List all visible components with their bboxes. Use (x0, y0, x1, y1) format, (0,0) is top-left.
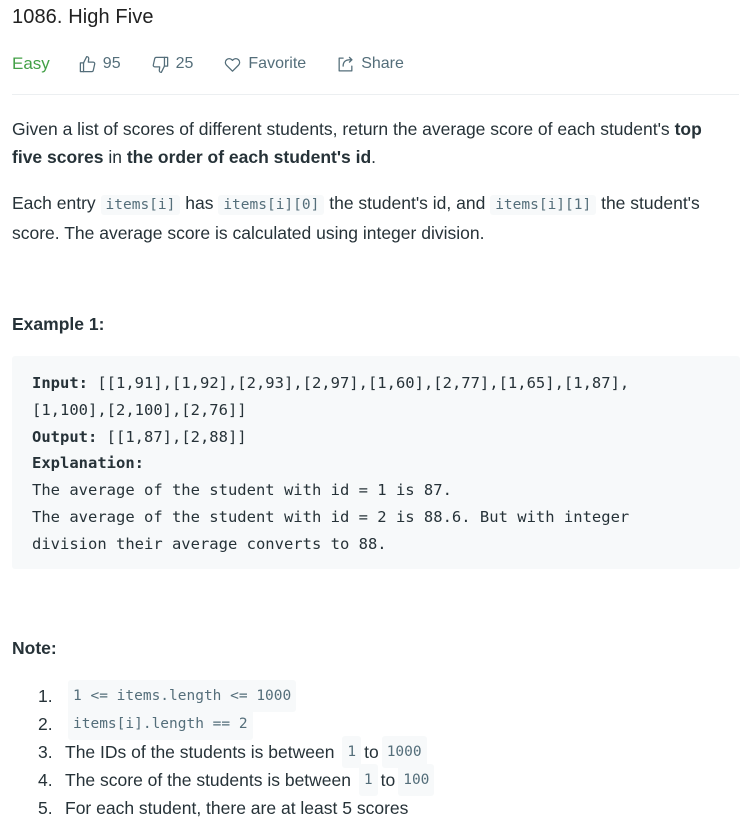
favorite-button[interactable]: Favorite (223, 55, 306, 74)
dislike-count: 25 (175, 55, 194, 72)
input-value: [[1,91],[1,92],[2,93],[2,97],[1,60],[2,7… (88, 374, 630, 392)
note-text: For each student, there are at least 5 s… (65, 798, 409, 818)
like-count: 95 (102, 55, 121, 72)
inline-code: items[i] (100, 195, 181, 215)
note-item: 3. The IDs of the students is between 1 … (38, 736, 437, 768)
heart-icon (225, 57, 241, 72)
note-text: The score of the students is between (65, 770, 351, 790)
input-label: Input: (32, 374, 88, 392)
input-value-continued: [1,100],[2,100],[2,76]] (32, 400, 247, 419)
favorite-label: Favorite (248, 55, 307, 72)
note-heading: Note: (12, 638, 57, 658)
explanation-line: The average of the student with id = 2 i… (32, 507, 630, 526)
difficulty-badge: Easy (12, 54, 50, 73)
description-text: has (180, 193, 219, 213)
note-item: 2. items[i].length == 2 (38, 708, 437, 740)
dislike-button[interactable]: 25 (151, 55, 194, 74)
output-label: Output: (32, 427, 98, 446)
description-paragraph-1: Given a list of scores of different stud… (12, 115, 732, 171)
divider (12, 94, 739, 95)
description-paragraph-2: Each entry items[i] has items[i][0] the … (12, 189, 732, 247)
inline-code: items[i][1] (490, 195, 597, 215)
example-explanation-label-line: Explanation: (32, 450, 740, 477)
description-text: Given a list of scores of different stud… (12, 119, 675, 139)
note-text: to (380, 770, 396, 790)
description-text: in (103, 147, 127, 167)
description-text: . (371, 147, 377, 167)
inline-code: items[i].length == 2 (68, 708, 253, 740)
share-label: Share (361, 55, 404, 72)
description-bold-text: the order of each student's id (126, 147, 372, 167)
inline-code: items[i][0] (218, 195, 325, 215)
explanation-line: The average of the student with id = 1 i… (32, 481, 452, 500)
description-text: the student's id, and (324, 193, 491, 213)
note-number: 1. (38, 686, 53, 706)
share-button[interactable]: Share (336, 55, 404, 74)
description-text: Each entry (12, 193, 101, 213)
thumbs-up-icon (79, 55, 96, 72)
note-number: 5. (38, 798, 53, 818)
example-input-line: Input: [[1,91],[1,92],[2,93],[2,97],[1,6… (32, 370, 740, 397)
output-value: [[1,87],[2,88]] (97, 427, 247, 446)
inline-code: 1 (358, 764, 378, 796)
problem-page: 1086. High Five Easy 95 25 Favorite Shar… (0, 0, 749, 834)
note-text: to (364, 742, 379, 762)
inline-code: 100 (398, 764, 435, 796)
example-output-line: Output: [[1,87],[2,88]] (32, 424, 740, 451)
note-text: The IDs of the students is between (65, 742, 335, 762)
note-number: 4. (38, 770, 53, 790)
example-code-block: Input: [[1,91],[1,92],[2,93],[2,97],[1,6… (12, 356, 740, 569)
note-number: 3. (38, 742, 53, 762)
share-icon (338, 56, 353, 71)
note-list: 1. 1 <= items.length <= 1000 2. items[i]… (38, 680, 437, 822)
note-item: 4. The score of the students is between … (38, 764, 437, 796)
like-button[interactable]: 95 (78, 55, 121, 74)
example-heading: Example 1: (12, 314, 105, 334)
thumbs-down-icon (152, 56, 168, 73)
explanation-label: Explanation: (32, 454, 144, 473)
note-number: 2. (38, 714, 53, 734)
note-item: 5. For each student, there are at least … (38, 794, 437, 822)
explanation-line: division their average converts to 88. (32, 534, 387, 553)
problem-title: 1086. High Five (12, 6, 154, 28)
inline-code: 1 (342, 736, 362, 768)
problem-meta-bar: Easy 95 25 Favorite Share (12, 52, 434, 76)
note-item: 1. 1 <= items.length <= 1000 (38, 680, 437, 712)
